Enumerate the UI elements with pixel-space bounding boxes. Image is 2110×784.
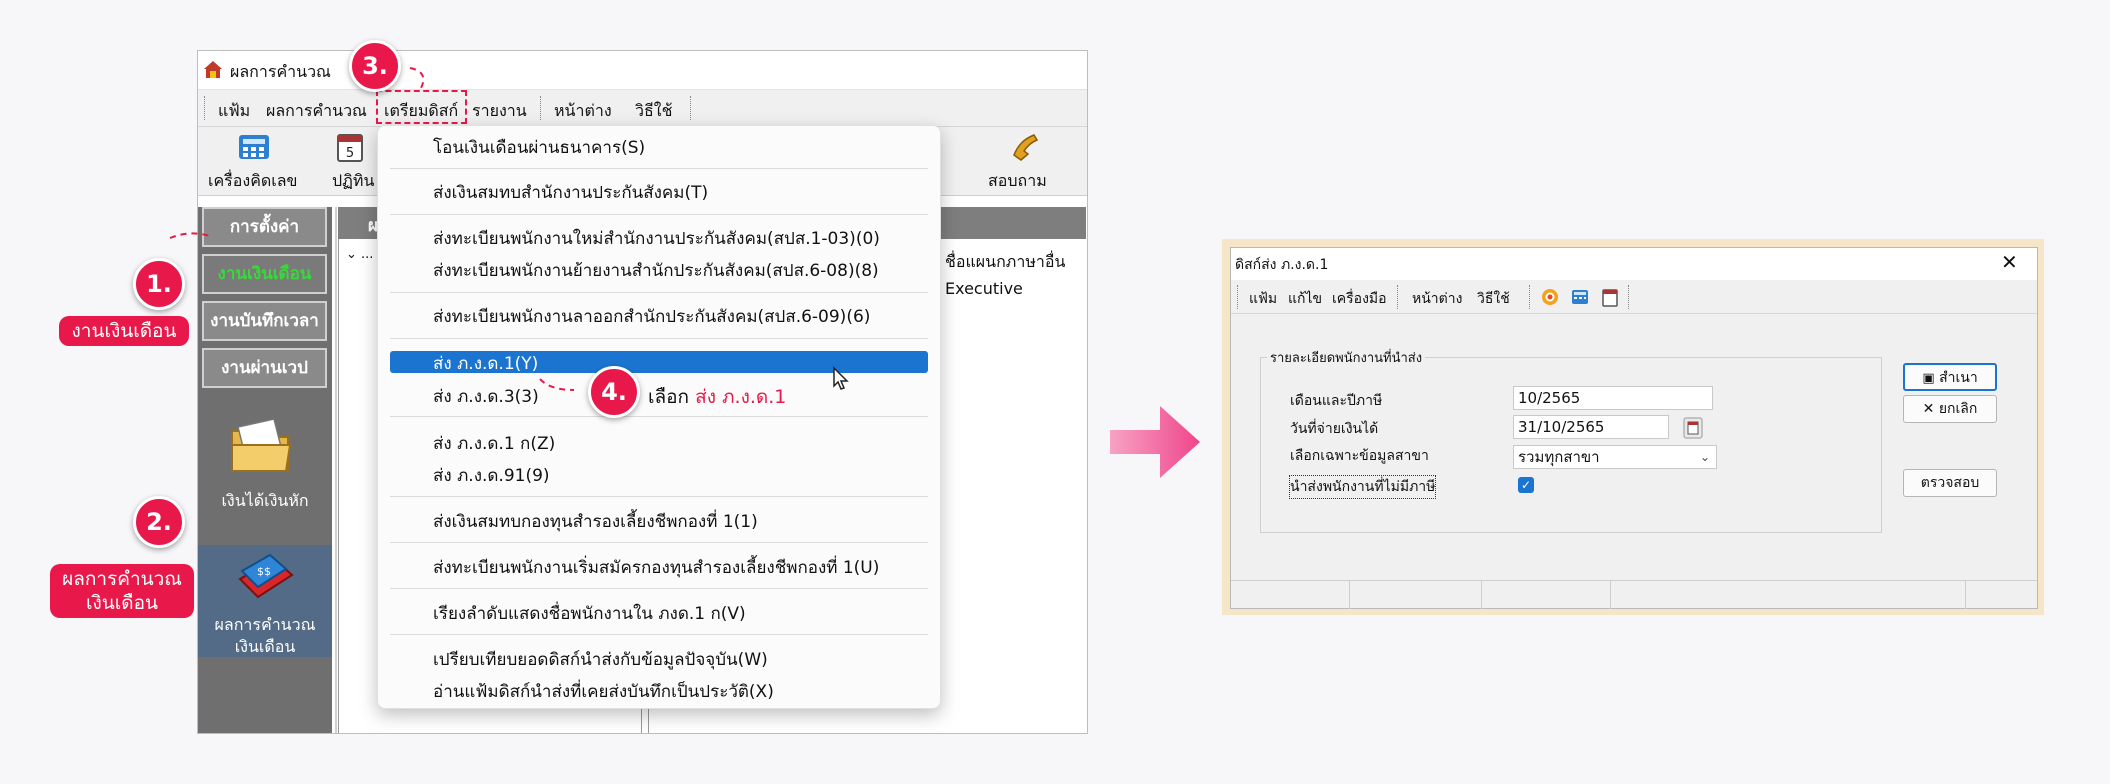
help-inquiry-button[interactable]: สอบถาม (978, 127, 1068, 195)
chevron-down-icon: ⌄ (1699, 450, 1710, 464)
dialog-menu-window[interactable]: หน้าต่าง (1412, 288, 1462, 310)
dialog-menu-file[interactable]: แฟ้ม (1249, 288, 1277, 310)
menu-separator (1628, 285, 1630, 309)
check-button[interactable]: ตรวจสอบ (1903, 469, 1997, 497)
menu-separator (1529, 285, 1531, 309)
menu-item-provident-register[interactable]: ส่งทะเบียนพนักงานเริ่มสมัครกองทุนสำรองเล… (433, 554, 879, 581)
sidebar-item-calc-result[interactable]: $$ ผลการคำนวณ เงินเดือน (198, 545, 332, 657)
income-deduct-label: เงินได้เงินหัก (221, 491, 309, 510)
dialog-menu-edit[interactable]: แก้ไข (1288, 288, 1322, 310)
pnd1-disk-dialog: ดิสก์ส่ง ภ.ง.ด.1 ✕ แฟ้ม แก้ไข เครื่องมือ… (1230, 247, 2038, 609)
menu-item-sort-pnd1-kor[interactable]: เรียงลำดับแสดงชื่อพนักงานใน ภงด.1 ก(V) (433, 600, 746, 627)
month-year-field[interactable]: 10/2565 (1513, 386, 1713, 410)
step-2-badge: 2. (133, 496, 185, 548)
calc-result-label-2: เงินเดือน (234, 637, 296, 656)
menu-separator (1397, 285, 1399, 309)
label-branch: เลือกเฉพาะข้อมูลสาขา (1290, 448, 1429, 464)
step-3-badge: 3. (349, 40, 401, 92)
no-tax-checkbox[interactable]: ✓ (1518, 477, 1534, 493)
step-1-label: งานเงินเดือน (59, 316, 189, 346)
dropdown-divider (390, 496, 928, 497)
dialog-titlebar: ดิสก์ส่ง ภ.ง.ด.1 ✕ (1231, 248, 2037, 280)
step-2-label-line1: ผลการคำนวณ (62, 568, 182, 590)
menu-grip (1237, 285, 1239, 309)
annotation-connectors (169, 67, 575, 391)
dialog-menu-bar: แฟ้ม แก้ไข เครื่องมือ หน้าต่าง วิธีใช้ (1231, 281, 2037, 314)
step-4-badge: 4. (588, 366, 640, 418)
dropdown-divider (390, 588, 928, 589)
step-4-highlight: ส่ง ภ.ง.ด.1 (695, 386, 787, 408)
dropdown-divider (390, 542, 928, 543)
menu-item-pnd1-kor[interactable]: ส่ง ภ.ง.ด.1 ก(Z) (433, 430, 555, 457)
calculator-icon[interactable] (1571, 289, 1589, 305)
menu-item-compare-disk[interactable]: เปรียบเทียบยอดดิสก์นำส่งกับข้อมูลปัจจุบั… (433, 646, 768, 673)
step-4-caption: เลือก ส่ง ภ.ง.ด.1 (648, 382, 786, 412)
dialog-title: ดิสก์ส่ง ภ.ง.ด.1 (1235, 257, 1329, 273)
status-divider (1610, 581, 1611, 609)
close-icon: ✕ (1922, 401, 1935, 417)
branch-select-value: รวมทุกสาขา (1518, 448, 1600, 466)
cell-executive: Executive (945, 279, 1023, 298)
floppy-icon: ▣ (1922, 371, 1935, 386)
arrow-right-icon (1110, 406, 1200, 478)
dropdown-divider (390, 634, 928, 635)
help-label: สอบถาม (988, 171, 1047, 190)
svg-text:$$: $$ (257, 565, 271, 578)
menu-item-pnd91[interactable]: ส่ง ภ.ง.ด.91(9) (433, 462, 550, 489)
copy-button[interactable]: ▣ สำเนา (1903, 363, 1997, 391)
dialog-menu-tools[interactable]: เครื่องมือ (1332, 288, 1387, 310)
status-divider (1349, 581, 1350, 609)
label-no-tax: นำส่งพนักงานที่ไม่มีภาษี (1288, 475, 1437, 499)
branch-select[interactable]: รวมทุกสาขา ⌄ (1513, 445, 1717, 469)
group-title: รายละเอียดพนักงานที่นำส่ง (1267, 347, 1426, 368)
status-bar (1231, 580, 2037, 609)
payroll-book-icon: $$ (238, 553, 294, 599)
menu-item-provident-fund[interactable]: ส่งเงินสมทบกองทุนสำรองเลี้ยงชีพกองที่ 1(… (433, 508, 758, 535)
target-icon[interactable] (1541, 288, 1559, 306)
step-2-label-line2: เงินเดือน (86, 592, 158, 614)
cancel-button[interactable]: ✕ ยกเลิก (1903, 395, 1997, 423)
date-picker-icon[interactable] (1683, 417, 1703, 439)
phone-icon (1013, 134, 1039, 161)
step-4-prefix: เลือก (648, 386, 690, 408)
cancel-button-label: ยกเลิก (1938, 401, 1978, 417)
dialog-menu-help[interactable]: วิธีใช้ (1477, 288, 1510, 310)
close-icon[interactable]: ✕ (2001, 250, 2018, 274)
copy-button-label: สำเนา (1939, 370, 1978, 386)
step-2-label: ผลการคำนวณ เงินเดือน (50, 564, 194, 618)
column-other-language: ชื่อแผนกภาษาอื่น (945, 252, 1066, 271)
sidebar-item-income-deduct[interactable]: เงินได้เงินหัก (198, 407, 332, 527)
step-1-badge: 1. (133, 258, 185, 310)
dropdown-divider (390, 416, 928, 417)
status-divider (1481, 581, 1482, 609)
label-month-year: เดือนและปีภาษี (1290, 393, 1383, 409)
menu-item-read-history[interactable]: อ่านแฟ้มดิสก์นำส่งที่เคยส่งบันทึกเป็นประ… (433, 678, 774, 705)
status-divider (1965, 581, 1966, 609)
label-pay-date: วันที่จ่ายเงินได้ (1290, 421, 1379, 437)
calendar-icon[interactable] (1602, 287, 1618, 307)
folder-icon (231, 418, 292, 472)
pay-date-field[interactable]: 31/10/2565 (1513, 415, 1669, 439)
